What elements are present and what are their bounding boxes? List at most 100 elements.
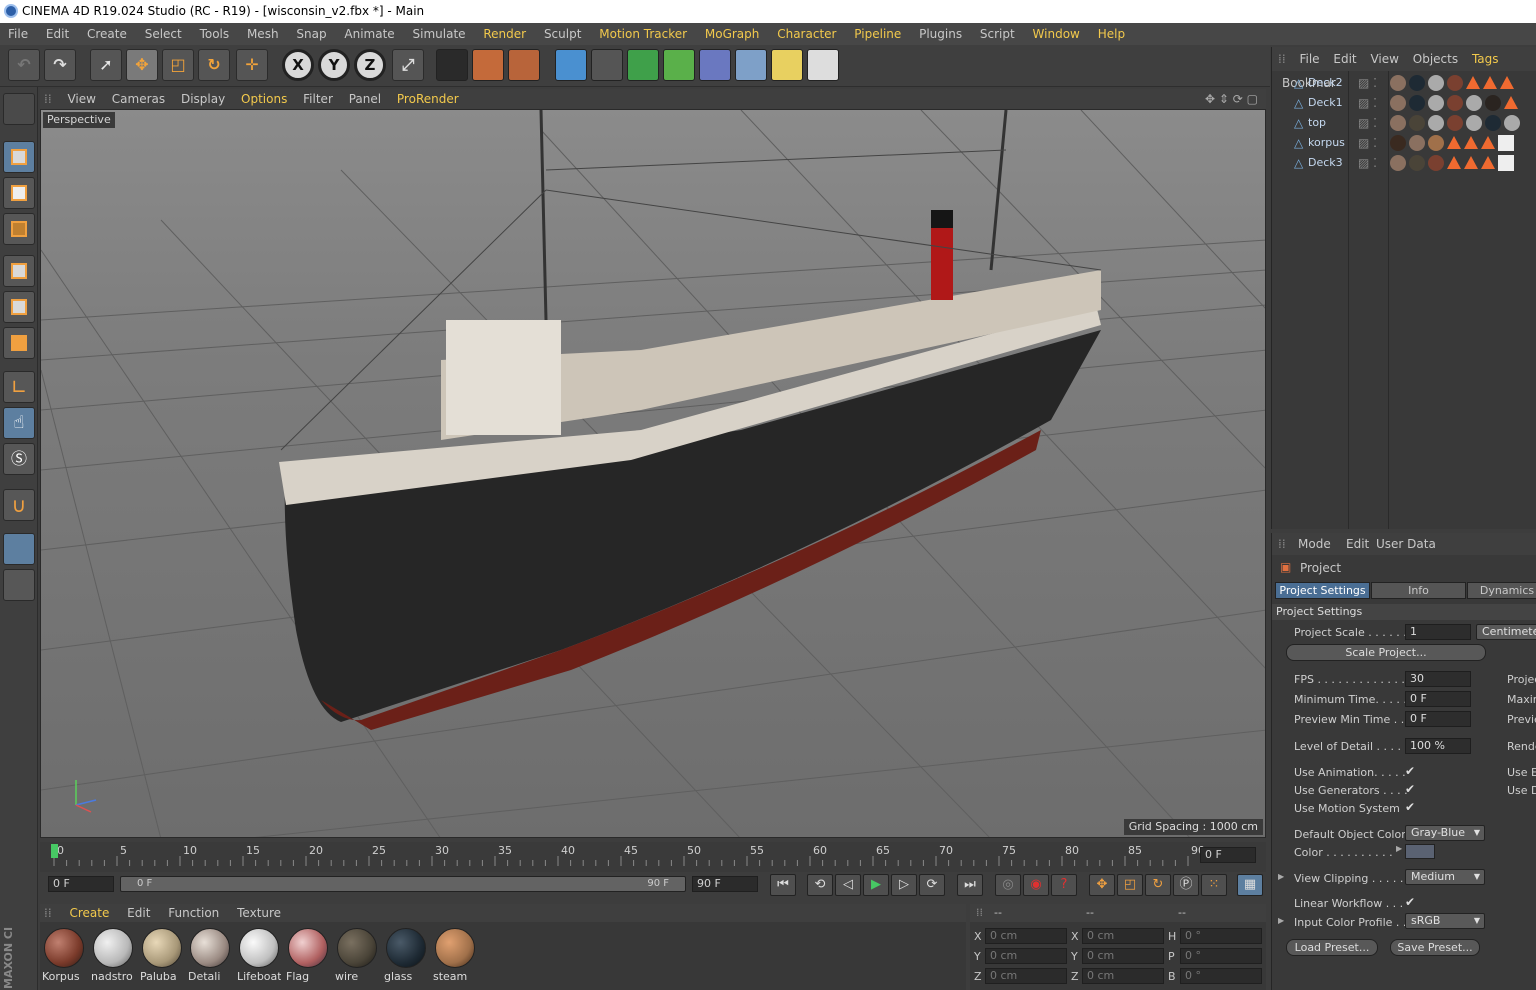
menu-edit[interactable]: Edit (40, 23, 75, 45)
frame-range-slider[interactable]: 0 F 90 F (120, 876, 686, 892)
texture-tag-icon[interactable] (1409, 75, 1425, 91)
menu-tools[interactable]: Tools (194, 23, 236, 45)
snapping-icon[interactable]: Ⓢ (3, 443, 35, 475)
input-profile-expand-icon[interactable]: ▶ (1278, 916, 1284, 925)
object-menu-objects[interactable]: Objects (1413, 47, 1458, 71)
selection-tag-icon[interactable] (1466, 76, 1480, 89)
texture-tag-icon[interactable] (1409, 135, 1425, 151)
use-animation-checkbox[interactable]: ✔ (1405, 764, 1415, 778)
menu-file[interactable]: File (2, 23, 34, 45)
object-row-deck2[interactable]: △ Deck2 ▨ ⁚ (1272, 73, 1536, 93)
menu-snap[interactable]: Snap (290, 23, 332, 45)
attribute-menu-edit[interactable]: Edit (1346, 533, 1369, 555)
save-preset-button[interactable]: Save Preset... (1390, 939, 1480, 956)
minimum-time-field[interactable]: 0 F (1405, 691, 1471, 707)
recent-tools-icon[interactable]: ✛ (236, 49, 268, 81)
viewport-navigation-icons[interactable]: ✥ ⇕ ⟳ ▢ (1205, 89, 1258, 109)
y-axis-lock-button[interactable]: Y (318, 49, 350, 81)
texture-tag-icon[interactable] (1390, 95, 1406, 111)
material-menu-function[interactable]: Function (168, 904, 219, 922)
scale-icon[interactable]: ◰ (162, 49, 194, 81)
position-y-field[interactable]: 0 cm (985, 948, 1067, 964)
previous-frame-icon[interactable]: ◁ (835, 874, 861, 896)
material-item[interactable]: Lifeboat (237, 926, 281, 988)
viewport-menu-options[interactable]: Options (241, 89, 287, 109)
texture-tag-icon[interactable] (1466, 95, 1482, 111)
render-settings-icon[interactable] (508, 49, 540, 81)
menu-character[interactable]: Character (771, 23, 842, 45)
material-item[interactable]: Flag (286, 926, 330, 988)
edges-mode-icon[interactable] (3, 291, 35, 323)
playhead-marker[interactable] (51, 844, 58, 858)
texture-tag-icon[interactable] (1504, 115, 1520, 131)
menu-render[interactable]: Render (477, 23, 532, 45)
record-active-icon[interactable]: ◎ (995, 874, 1021, 896)
position-x-field[interactable]: 0 cm (985, 928, 1067, 944)
object-row-deck1[interactable]: △ Deck1 ▨ ⁚ (1272, 93, 1536, 113)
object-menu-edit[interactable]: Edit (1333, 47, 1356, 71)
z-axis-lock-button[interactable]: Z (354, 49, 386, 81)
preview-min-time-field[interactable]: 0 F (1405, 711, 1471, 727)
magnet-icon[interactable]: ∪ (3, 489, 35, 521)
view-clipping-dropdown[interactable]: Medium (1405, 869, 1485, 885)
keyframe-selection-icon[interactable]: ? (1051, 874, 1077, 896)
tab-project-settings[interactable]: Project Settings (1275, 582, 1370, 599)
scale-project-button[interactable]: Scale Project... (1286, 644, 1486, 661)
next-key-icon[interactable]: ⟳ (919, 874, 945, 896)
key-scale-icon[interactable]: ◰ (1117, 874, 1143, 896)
texture-tag-icon[interactable] (1447, 95, 1463, 111)
load-preset-button[interactable]: Load Preset... (1286, 939, 1378, 956)
viewport-menu-display[interactable]: Display (181, 89, 225, 109)
polygons-mode-icon[interactable] (3, 327, 35, 359)
level-of-detail-field[interactable]: 100 % (1405, 738, 1471, 754)
material-menu-create[interactable]: Create (69, 904, 109, 922)
deformer-icon[interactable] (699, 49, 731, 81)
object-row-korpus[interactable]: △ korpus ▨ ⁚ (1272, 133, 1536, 153)
x-axis-lock-button[interactable]: X (282, 49, 314, 81)
rotation-b-field[interactable]: 0 ° (1180, 968, 1262, 984)
material-item[interactable]: wire (335, 926, 379, 988)
selection-tag-icon[interactable] (1464, 156, 1478, 169)
view-clipping-expand-icon[interactable]: ▶ (1278, 872, 1284, 881)
project-scale-field[interactable]: 1 (1405, 624, 1471, 640)
render-picture-viewer-icon[interactable] (472, 49, 504, 81)
texture-tag-icon[interactable] (1428, 135, 1444, 151)
selection-tag-icon[interactable] (1500, 76, 1514, 89)
menu-motion-tracker[interactable]: Motion Tracker (593, 23, 693, 45)
size-x-field[interactable]: 0 cm (1082, 928, 1164, 944)
material-item[interactable]: Paluba (140, 926, 184, 988)
axis-mode-icon[interactable]: ∟ (3, 371, 35, 403)
texture-tag-icon[interactable] (1428, 95, 1444, 111)
texture-tag-icon[interactable] (1390, 115, 1406, 131)
planar-workplane-icon[interactable] (3, 569, 35, 601)
end-frame-field[interactable]: 90 F (692, 876, 758, 892)
menu-create[interactable]: Create (81, 23, 133, 45)
menu-pipeline[interactable]: Pipeline (848, 23, 907, 45)
go-to-end-icon[interactable]: ⏭ (957, 874, 983, 896)
tab-dynamics[interactable]: Dynamics (1467, 582, 1536, 599)
material-menu-edit[interactable]: Edit (127, 904, 150, 922)
menu-simulate[interactable]: Simulate (407, 23, 472, 45)
use-motion-system-checkbox[interactable]: ✔ (1405, 800, 1415, 814)
cube-primitive-icon[interactable] (555, 49, 587, 81)
selection-tag-icon[interactable] (1464, 136, 1478, 149)
timeline-ruler[interactable]: 0 5 10 15 20 25 30 35 40 45 50 55 60 65 70 75 80 85 90 0 F (40, 842, 1266, 872)
viewport-menu-prorender[interactable]: ProRender (397, 89, 459, 109)
menu-help[interactable]: Help (1092, 23, 1131, 45)
visibility-toggle-icon[interactable]: ▨ ⁚ (1358, 153, 1377, 173)
fps-field[interactable]: 30 (1405, 671, 1471, 687)
texture-tag-icon[interactable] (1447, 75, 1463, 91)
texture-tag-icon[interactable] (1390, 155, 1406, 171)
menu-plugins[interactable]: Plugins (913, 23, 968, 45)
make-editable-icon[interactable] (3, 93, 35, 125)
attribute-menu-mode[interactable]: Mode (1298, 533, 1331, 555)
viewport-menu-filter[interactable]: Filter (303, 89, 333, 109)
viewport-menu-cameras[interactable]: Cameras (112, 89, 165, 109)
go-to-start-icon[interactable]: ⏮ (770, 874, 796, 896)
subdivision-surface-icon[interactable] (627, 49, 659, 81)
texture-tag-icon[interactable] (1428, 115, 1444, 131)
camera-icon[interactable] (771, 49, 803, 81)
object-menu-tags[interactable]: Tags (1472, 47, 1499, 71)
object-menu-file[interactable]: File (1299, 47, 1319, 71)
current-frame-field[interactable]: 0 F (1200, 847, 1256, 863)
